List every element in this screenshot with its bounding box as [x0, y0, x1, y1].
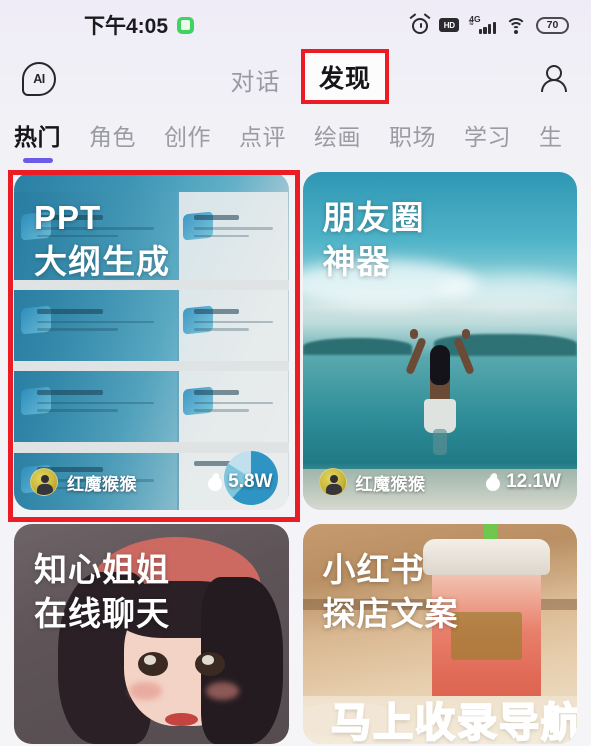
card-title-line1: PPT [34, 199, 102, 236]
card-grid: PPT 大纲生成 红魔猴猴 5.8W 朋友圈 神器 红魔猴猴 12.1W 知心姐… [0, 164, 591, 744]
card-author-moments: 红魔猴猴 [355, 474, 426, 494]
card-title-confidante: 知心姐姐 在线聊天 [34, 548, 170, 635]
category-tabs: 热门 角色 创作 点评 绘画 职场 学习 生 [0, 108, 591, 164]
card-hot-moments: 12.1W [486, 471, 561, 493]
card-ppt-outline[interactable]: PPT 大纲生成 红魔猴猴 5.8W [14, 172, 289, 510]
card-hot-count-ppt: 5.8W [228, 471, 273, 492]
category-tab-create[interactable]: 创作 [164, 118, 211, 154]
card-title-line2: 探店文案 [322, 594, 459, 632]
card-title-line1: 知心姐姐 [34, 551, 170, 588]
avatar-icon[interactable] [318, 468, 347, 496]
category-tab-life[interactable]: 生 [539, 118, 563, 154]
card-xiaohongshu-copy[interactable]: 小红书 探店文案 马上收录导航 [302, 524, 577, 744]
battery-icon: 70 [536, 16, 569, 34]
status-bar: 下午4:05 HD 4G ⇅ 70 [0, 0, 591, 50]
card-title-line1: 小红书 [322, 551, 425, 588]
card-title-line2: 神器 [322, 242, 391, 280]
wifi-icon [505, 17, 527, 34]
flame-icon [208, 473, 223, 491]
category-tab-drawing[interactable]: 绘画 [314, 118, 361, 154]
card-title-line2: 大纲生成 [34, 242, 170, 280]
status-icons: HD 4G ⇅ 70 [409, 13, 569, 35]
card-moments-tool[interactable]: 朋友圈 神器 红魔猴猴 12.1W [302, 172, 578, 510]
alarm-icon [409, 13, 431, 35]
status-time: 下午4:05 [84, 15, 169, 38]
category-tab-review[interactable]: 点评 [239, 118, 286, 154]
wechat-green-icon [177, 16, 195, 34]
card-author-ppt: 红魔猴猴 [67, 474, 137, 494]
ai-logo-icon[interactable]: AI [22, 62, 56, 96]
category-tab-roles[interactable]: 角色 [89, 118, 136, 154]
card-title-ppt: PPT 大纲生成 [34, 196, 170, 283]
card-footer-ppt: 红魔猴猴 5.8W [14, 460, 289, 510]
category-tab-hot[interactable]: 热门 [14, 118, 61, 154]
top-nav: AI 对话 发现 [0, 50, 591, 108]
person-silhouette [404, 327, 475, 467]
site-watermark: 马上收录导航 [330, 699, 577, 744]
category-tab-work[interactable]: 职场 [389, 118, 436, 154]
annotation-box-discover-tab: 发现 [301, 49, 389, 104]
card-hot-ppt: 5.8W [208, 471, 273, 493]
flame-icon [486, 473, 501, 491]
card-title-xiaohongshu: 小红书 探店文案 [323, 548, 459, 635]
category-tab-study[interactable]: 学习 [464, 118, 511, 154]
card-footer-moments: 红魔猴猴 12.1W [303, 460, 578, 510]
annotation-discover-label: 发现 [318, 64, 371, 93]
card-title-line2: 在线聊天 [34, 594, 170, 632]
nav-tab-chat[interactable]: 对话 [231, 62, 281, 97]
card-title-line1: 朋友圈 [322, 199, 425, 236]
card-confidante-chat[interactable]: 知心姐姐 在线聊天 [14, 524, 289, 744]
signal-4g-icon: 4G ⇅ [468, 14, 496, 34]
avatar-icon[interactable] [30, 468, 58, 496]
phone-screen: 下午4:05 HD 4G ⇅ 70 AI 对话 发现 热门 角色 创作 点评 绘… [0, 0, 591, 746]
person-icon[interactable] [539, 63, 569, 95]
card-hot-count-moments: 12.1W [506, 471, 561, 492]
ai-logo-label: AI [33, 71, 45, 86]
hd-icon: HD [439, 18, 460, 32]
card-title-moments: 朋友圈 神器 [323, 196, 425, 283]
